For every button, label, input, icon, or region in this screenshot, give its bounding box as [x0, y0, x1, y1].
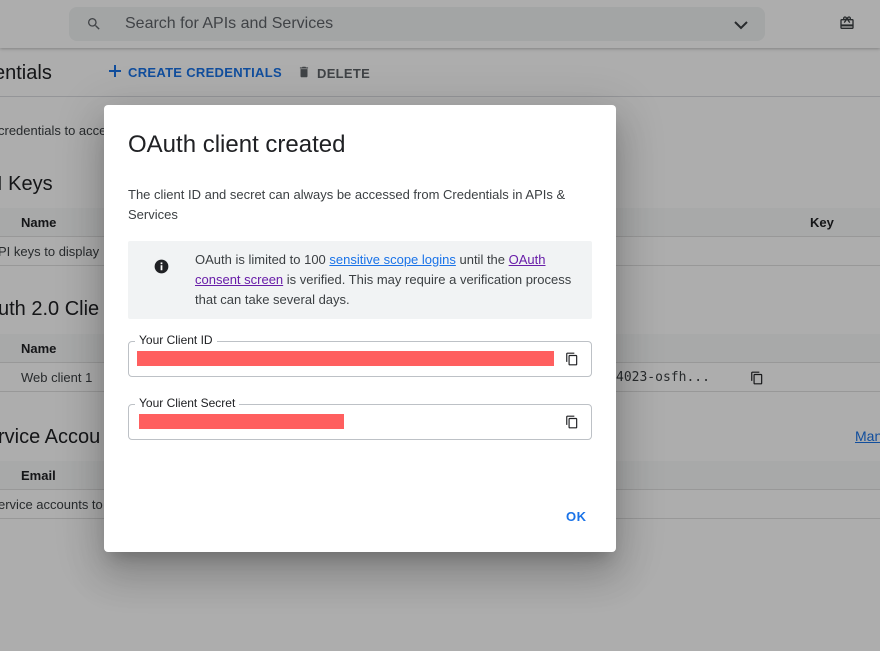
ok-button[interactable]: OK [566, 509, 587, 524]
client-secret-redacted-value [139, 414, 344, 429]
info-text-prefix: OAuth is limited to 100 [195, 252, 330, 267]
dialog-title: OAuth client created [128, 131, 346, 158]
info-notice: OAuth is limited to 100 sensitive scope … [128, 241, 592, 319]
info-icon [154, 259, 169, 279]
info-text-middle: until the [455, 252, 509, 267]
copy-icon[interactable] [565, 414, 579, 435]
copy-icon[interactable] [565, 351, 579, 372]
dialog-description: The client ID and secret can always be a… [128, 187, 566, 222]
client-secret-field[interactable]: Your Client Secret [128, 396, 592, 440]
client-id-redacted-value [137, 351, 554, 366]
client-id-label: Your Client ID [135, 333, 217, 347]
client-secret-label: Your Client Secret [135, 396, 240, 410]
sensitive-scope-logins-link[interactable]: sensitive scope logins [329, 252, 455, 267]
info-text: OAuth is limited to 100 sensitive scope … [195, 250, 580, 310]
oauth-client-created-dialog: OAuth client created The client ID and s… [104, 105, 616, 552]
client-id-field[interactable]: Your Client ID [128, 333, 592, 377]
